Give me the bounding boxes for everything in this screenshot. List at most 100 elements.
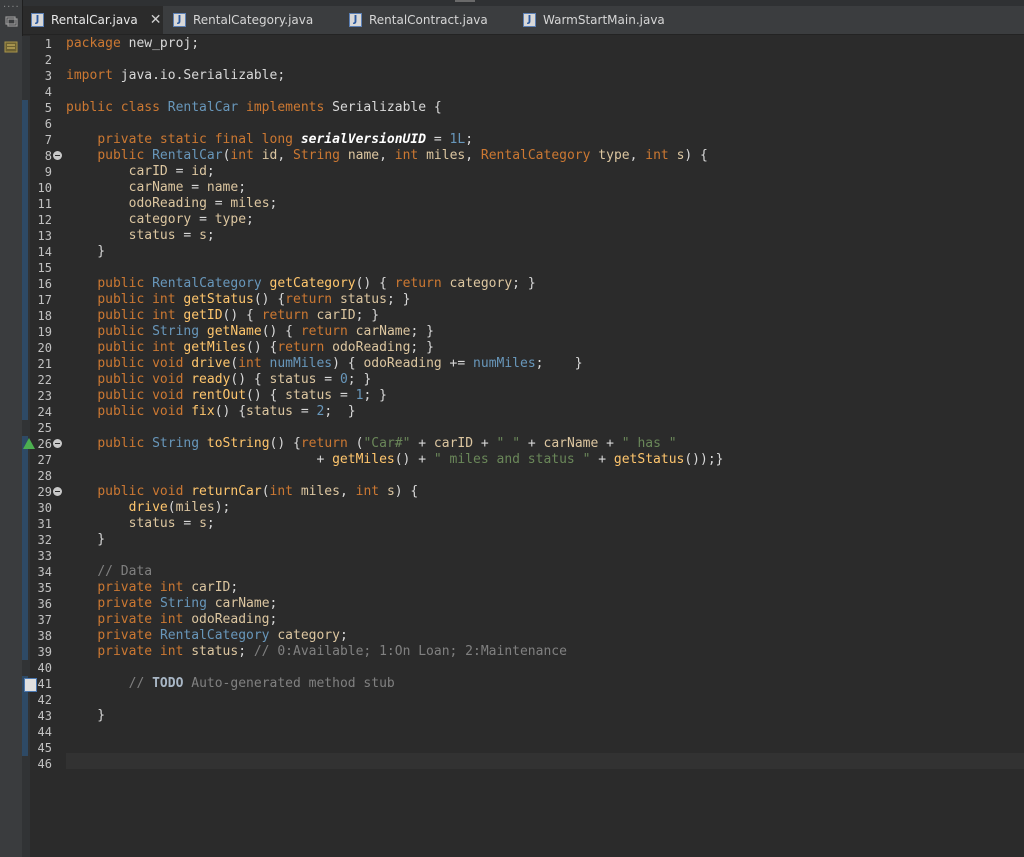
code-token: carID xyxy=(433,436,474,451)
code-token: s xyxy=(386,484,395,499)
code-text: // Data xyxy=(66,564,152,580)
code-line: 31 status = s; xyxy=(0,516,1024,532)
code-token: public int xyxy=(97,292,184,307)
tab-rentalcategory[interactable]: J RentalCategory.java xyxy=(165,6,337,34)
code-token: + xyxy=(590,452,614,467)
code-token: ; } xyxy=(512,276,536,291)
code-line: 28 xyxy=(0,468,1024,484)
code-text: public void rentOut() { status = 1; } xyxy=(66,388,387,404)
code-token: type xyxy=(598,148,630,163)
drag-handle[interactable] xyxy=(455,0,475,2)
code-token: ; xyxy=(206,164,215,179)
code-token: ) { xyxy=(394,484,419,499)
code-line: 41 // TODO Auto-generated method stub xyxy=(0,676,1024,692)
code-text: drive(miles); xyxy=(66,500,231,516)
code-token: int xyxy=(355,484,387,499)
code-text: odoReading = miles; xyxy=(66,196,278,212)
code-token: rentOut xyxy=(191,388,247,403)
line-number: 21 xyxy=(37,357,52,371)
code-text: private RentalCategory category; xyxy=(66,628,347,644)
code-token: public void xyxy=(97,388,192,403)
tab-rentalcar[interactable]: J RentalCar.java ✕ xyxy=(23,6,163,34)
code-token: fix xyxy=(191,404,215,419)
code-token: odoReading xyxy=(363,356,442,371)
code-text: carName = name; xyxy=(66,180,246,196)
restore-view-icon[interactable] xyxy=(4,15,18,27)
fold-collapse-icon[interactable] xyxy=(53,151,62,160)
java-file-icon: J xyxy=(31,13,44,27)
code-token: int xyxy=(394,148,427,163)
code-token: TODO xyxy=(152,676,184,691)
code-editor[interactable]: 1 package new_proj; 2 3 import java.io.Seria… xyxy=(0,36,1024,857)
code-token: // 0:Available; 1:On Loan; 2:Maintenance xyxy=(253,644,567,659)
code-token: return xyxy=(394,276,450,291)
code-line: 1 package new_proj; xyxy=(0,36,1024,52)
code-token: ; } xyxy=(535,356,583,371)
code-token: = xyxy=(316,372,340,387)
line-number: 12 xyxy=(37,213,52,227)
override-marker-icon[interactable] xyxy=(23,438,35,449)
code-token: getName xyxy=(206,324,262,339)
code-text: private int odoReading; xyxy=(66,612,277,628)
code-token: Serializable { xyxy=(332,100,442,115)
more-icon[interactable]: ···· xyxy=(3,2,20,13)
code-token: Auto-generated method stub xyxy=(183,676,395,691)
tab-rentalcontract[interactable]: J RentalContract.java xyxy=(341,6,511,34)
code-token: ; } xyxy=(355,308,380,323)
code-token: status xyxy=(285,388,333,403)
code-token: ) { xyxy=(332,356,364,371)
line-number: 39 xyxy=(37,645,52,659)
tab-label: RentalContract.java xyxy=(369,13,488,27)
code-token: ; xyxy=(238,180,247,195)
line-number: 19 xyxy=(37,325,52,339)
code-text: package new_proj; xyxy=(66,36,199,52)
line-number: 28 xyxy=(37,469,52,483)
code-token: " has " xyxy=(621,436,677,451)
tab-warmstartmain[interactable]: J WarmStartMain.java xyxy=(515,6,695,34)
line-number: 16 xyxy=(37,277,52,291)
code-token: java.io.Serializable; xyxy=(112,68,286,83)
code-line: 46 xyxy=(0,756,1024,772)
code-token: private xyxy=(97,628,160,643)
fold-collapse-icon[interactable] xyxy=(53,439,62,448)
close-tab-icon[interactable]: ✕ xyxy=(150,12,162,28)
task-marker-icon[interactable] xyxy=(24,678,37,692)
code-line: 24 public void fix() {status = 2; } xyxy=(0,404,1024,420)
line-number: 45 xyxy=(37,741,52,755)
line-number: 43 xyxy=(37,709,52,723)
code-token: = xyxy=(332,388,356,403)
code-token: carID xyxy=(128,164,168,179)
code-token: public int xyxy=(97,308,184,323)
code-token: numMiles xyxy=(269,356,333,371)
code-token: s xyxy=(199,228,207,243)
editor-tab-bar: J RentalCar.java ✕ J RentalCategory.java J Ren… xyxy=(23,6,1024,35)
code-token: + xyxy=(473,436,497,451)
line-number: 30 xyxy=(37,501,52,515)
code-token: String xyxy=(293,148,348,163)
code-token: String xyxy=(152,324,207,339)
code-token: public void xyxy=(97,372,192,387)
code-text: private int status; // 0:Available; 1:On… xyxy=(66,644,567,660)
code-line: 7 private static final long serialVersio… xyxy=(0,132,1024,148)
fold-collapse-icon[interactable] xyxy=(53,487,62,496)
code-token: ; xyxy=(246,212,254,227)
code-text: import java.io.Serializable; xyxy=(66,68,285,84)
code-token: implements xyxy=(238,100,333,115)
code-token: ());} xyxy=(684,452,724,467)
code-token: returnCar xyxy=(191,484,262,499)
code-token: // xyxy=(128,676,153,691)
code-token: new_proj; xyxy=(120,36,200,51)
code-token: getStatus xyxy=(183,292,254,307)
line-number: 13 xyxy=(37,229,52,243)
code-token: int xyxy=(238,356,270,371)
code-token: private int xyxy=(97,644,192,659)
code-line: 21 public void drive(int numMiles) { odo… xyxy=(0,356,1024,372)
